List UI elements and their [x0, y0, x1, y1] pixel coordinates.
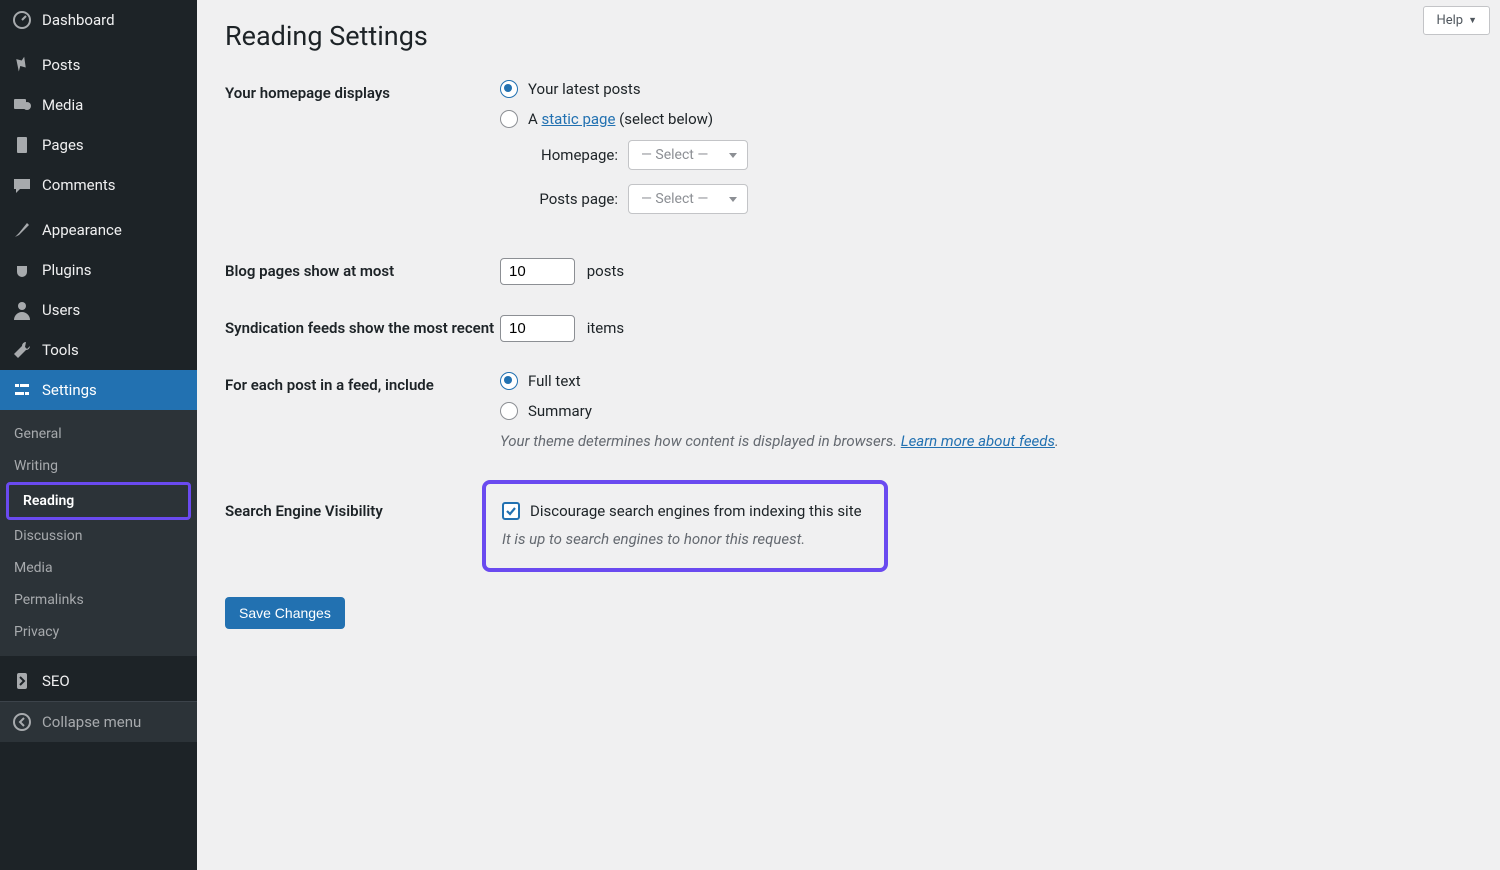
- blog-pages-label: Blog pages show at most: [225, 258, 500, 280]
- radio-static-page[interactable]: A static page (select below): [500, 110, 1472, 128]
- sidebar-item-posts[interactable]: Posts: [0, 45, 197, 85]
- sidebar-item-media[interactable]: Media: [0, 85, 197, 125]
- sidebar-label: Dashboard: [42, 11, 115, 29]
- radio-label: Your latest posts: [528, 80, 641, 98]
- submenu-writing[interactable]: Writing: [0, 450, 197, 482]
- unit-label: posts: [587, 262, 624, 280]
- radio-summary[interactable]: Summary: [500, 402, 1472, 420]
- sidebar-label: Users: [42, 301, 80, 319]
- sidebar-label: Appearance: [42, 221, 122, 239]
- sidebar-label: Media: [42, 96, 83, 114]
- sidebar-item-appearance[interactable]: Appearance: [0, 210, 197, 250]
- radio-icon: [500, 402, 518, 420]
- learn-more-link[interactable]: Learn more about feeds: [901, 432, 1055, 450]
- submenu-discussion[interactable]: Discussion: [0, 520, 197, 552]
- homepage-select-label: Homepage:: [522, 146, 618, 164]
- sidebar-label: Settings: [42, 381, 97, 399]
- postspage-select-label: Posts page:: [522, 190, 618, 208]
- dashboard-icon: [12, 10, 32, 30]
- collapse-label: Collapse menu: [42, 713, 141, 731]
- text: (select below): [615, 110, 713, 128]
- radio-icon: [500, 372, 518, 390]
- sidebar-label: Plugins: [42, 261, 91, 279]
- sidebar-label: Tools: [42, 341, 79, 359]
- media-icon: [12, 95, 32, 115]
- checkbox-label: Discourage search engines from indexing …: [530, 502, 862, 520]
- submenu-reading[interactable]: Reading: [6, 482, 191, 520]
- static-page-link[interactable]: static page: [542, 110, 616, 128]
- settings-submenu: General Writing Reading Discussion Media…: [0, 410, 197, 656]
- plugin-icon: [12, 260, 32, 280]
- radio-icon: [500, 80, 518, 98]
- page-icon: [12, 135, 32, 155]
- submenu-privacy[interactable]: Privacy: [0, 616, 197, 648]
- homepage-select[interactable]: — Select —: [628, 140, 748, 170]
- sidebar-item-settings[interactable]: Settings: [0, 370, 197, 410]
- sidebar-item-comments[interactable]: Comments: [0, 165, 197, 205]
- feed-description: Your theme determines how content is dis…: [500, 432, 1472, 450]
- sidebar-label: SEO: [42, 672, 70, 690]
- seo-icon: [12, 671, 32, 691]
- text: A: [528, 110, 542, 128]
- wrench-icon: [12, 340, 32, 360]
- settings-icon: [12, 380, 32, 400]
- sev-label: Search Engine Visibility: [225, 480, 500, 520]
- unit-label: items: [587, 319, 624, 337]
- blog-pages-input[interactable]: [500, 258, 575, 285]
- sidebar-label: Pages: [42, 136, 84, 154]
- comment-icon: [12, 175, 32, 195]
- sidebar-item-seo[interactable]: SEO: [0, 661, 197, 701]
- radio-full-text[interactable]: Full text: [500, 372, 1472, 390]
- radio-label: Full text: [528, 372, 581, 390]
- feed-content-label: For each post in a feed, include: [225, 372, 500, 394]
- admin-sidebar: Dashboard Posts Media Pages Comments App…: [0, 0, 197, 870]
- sidebar-item-dashboard[interactable]: Dashboard: [0, 0, 197, 40]
- syndication-label: Syndication feeds show the most recent: [225, 315, 500, 337]
- chevron-down-icon: ▼: [1468, 15, 1477, 26]
- sidebar-item-plugins[interactable]: Plugins: [0, 250, 197, 290]
- user-icon: [12, 300, 32, 320]
- submenu-general[interactable]: General: [0, 418, 197, 450]
- radio-latest-posts[interactable]: Your latest posts: [500, 80, 1472, 98]
- save-changes-button[interactable]: Save Changes: [225, 597, 345, 629]
- collapse-icon: [12, 712, 32, 732]
- submenu-media[interactable]: Media: [0, 552, 197, 584]
- radio-label: A static page (select below): [528, 110, 713, 128]
- checkbox-icon: [502, 502, 520, 520]
- syndication-input[interactable]: [500, 315, 575, 342]
- sev-description: It is up to search engines to honor this…: [502, 530, 862, 548]
- submenu-permalinks[interactable]: Permalinks: [0, 584, 197, 616]
- sidebar-label: Comments: [42, 176, 116, 194]
- collapse-menu[interactable]: Collapse menu: [0, 701, 197, 742]
- sidebar-item-users[interactable]: Users: [0, 290, 197, 330]
- sev-highlight-box: Discourage search engines from indexing …: [482, 480, 888, 572]
- sidebar-label: Posts: [42, 56, 80, 74]
- radio-label: Summary: [528, 402, 592, 420]
- pin-icon: [12, 55, 32, 75]
- homepage-displays-label: Your homepage displays: [225, 80, 500, 102]
- brush-icon: [12, 220, 32, 240]
- main-content: Help ▼ Reading Settings Your homepage di…: [197, 0, 1500, 870]
- page-title: Reading Settings: [225, 20, 1472, 52]
- help-label: Help: [1436, 13, 1463, 28]
- help-button[interactable]: Help ▼: [1423, 6, 1490, 35]
- text: .: [1055, 432, 1059, 450]
- radio-icon: [500, 110, 518, 128]
- sidebar-item-tools[interactable]: Tools: [0, 330, 197, 370]
- postspage-select[interactable]: — Select —: [628, 184, 748, 214]
- sev-checkbox-row[interactable]: Discourage search engines from indexing …: [502, 502, 862, 520]
- text: Your theme determines how content is dis…: [500, 432, 901, 450]
- sidebar-item-pages[interactable]: Pages: [0, 125, 197, 165]
